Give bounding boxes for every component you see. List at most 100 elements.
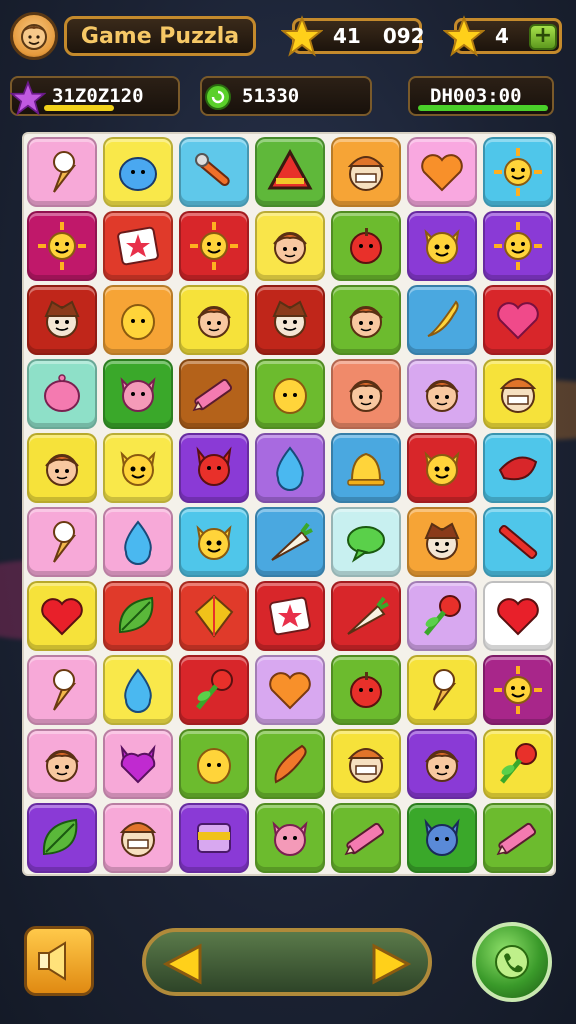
- game-tile[interactable]: [255, 285, 325, 355]
- game-tile[interactable]: [483, 285, 553, 355]
- game-tile[interactable]: [103, 655, 173, 725]
- game-tile[interactable]: [483, 211, 553, 281]
- pig-face-icon: [272, 821, 308, 856]
- game-tile[interactable]: [103, 433, 173, 503]
- blue-drop-icon: [124, 668, 152, 713]
- game-tile[interactable]: [27, 729, 97, 799]
- arrow-left-icon: [162, 943, 202, 985]
- game-tile[interactable]: [255, 507, 325, 577]
- girl-face-icon: [45, 454, 79, 486]
- arrow-right-icon: [372, 943, 412, 985]
- yellow-blob-icon: [273, 378, 307, 414]
- game-tile[interactable]: [179, 211, 249, 281]
- game-tile[interactable]: [103, 211, 173, 281]
- game-tile[interactable]: [179, 285, 249, 355]
- game-tile[interactable]: [255, 359, 325, 429]
- game-tile[interactable]: [103, 729, 173, 799]
- game-tile[interactable]: [407, 137, 477, 207]
- score-value: 31Z0Z120: [52, 85, 144, 107]
- game-tile[interactable]: [27, 211, 97, 281]
- game-tile[interactable]: [331, 433, 401, 503]
- girl-face-icon: [425, 380, 459, 412]
- game-tile[interactable]: [483, 433, 553, 503]
- girl-face-icon: [197, 306, 231, 338]
- game-tile[interactable]: [27, 581, 97, 651]
- cup-icon: [197, 823, 231, 853]
- game-tile[interactable]: [27, 433, 97, 503]
- game-tile[interactable]: [27, 285, 97, 355]
- game-tile[interactable]: [331, 581, 401, 651]
- game-tile[interactable]: [27, 655, 97, 725]
- game-tile[interactable]: [255, 137, 325, 207]
- game-tile[interactable]: [179, 729, 249, 799]
- pen-icon: [498, 525, 538, 559]
- stars-extra: 092: [382, 24, 425, 48]
- game-tile[interactable]: [407, 655, 477, 725]
- game-tile[interactable]: [483, 137, 553, 207]
- sound-button[interactable]: [24, 926, 94, 996]
- game-tile[interactable]: [255, 211, 325, 281]
- game-tile[interactable]: [483, 803, 553, 873]
- game-tile[interactable]: [179, 655, 249, 725]
- previous-button[interactable]: [160, 942, 206, 986]
- game-tile[interactable]: [103, 507, 173, 577]
- cat-face-yellow-icon: [424, 229, 460, 264]
- game-tile[interactable]: [483, 359, 553, 429]
- game-tile[interactable]: [407, 803, 477, 873]
- game-tile[interactable]: [407, 433, 477, 503]
- game-tile[interactable]: [407, 507, 477, 577]
- carrot-icon: [271, 522, 313, 561]
- game-tile[interactable]: [331, 655, 401, 725]
- game-tile[interactable]: [179, 137, 249, 207]
- game-tile[interactable]: [27, 507, 97, 577]
- game-tile[interactable]: [27, 803, 97, 873]
- game-tile[interactable]: [407, 211, 477, 281]
- game-tile[interactable]: [103, 581, 173, 651]
- game-tile[interactable]: [483, 655, 553, 725]
- speaker-icon: [38, 941, 66, 981]
- timer-progress-bar: [418, 105, 548, 111]
- game-tile[interactable]: [179, 433, 249, 503]
- game-tile[interactable]: [407, 359, 477, 429]
- game-tile[interactable]: [103, 285, 173, 355]
- game-tile[interactable]: [331, 359, 401, 429]
- game-tile[interactable]: [331, 507, 401, 577]
- game-tile[interactable]: [331, 137, 401, 207]
- game-tile[interactable]: [103, 137, 173, 207]
- stars-counter: 41 092: [280, 15, 425, 57]
- game-tile[interactable]: [103, 359, 173, 429]
- game-tile[interactable]: [27, 137, 97, 207]
- game-tile[interactable]: [255, 803, 325, 873]
- game-tile[interactable]: [179, 359, 249, 429]
- game-tile[interactable]: [255, 433, 325, 503]
- lives-counter: 4 +: [442, 15, 562, 57]
- game-tile[interactable]: [255, 581, 325, 651]
- boy-face-icon: [424, 522, 460, 560]
- add-lives-button[interactable]: +: [529, 24, 557, 50]
- game-tile[interactable]: [407, 581, 477, 651]
- girl-face-icon: [273, 232, 307, 264]
- game-tile[interactable]: [179, 581, 249, 651]
- game-tile[interactable]: [331, 729, 401, 799]
- coin-icon: [204, 83, 232, 116]
- heart-red-icon: [497, 598, 539, 636]
- game-tile[interactable]: [331, 803, 401, 873]
- game-tile[interactable]: [331, 285, 401, 355]
- game-tile[interactable]: [483, 729, 553, 799]
- game-tile[interactable]: [179, 507, 249, 577]
- tile-grid: [24, 134, 554, 874]
- game-tile[interactable]: [483, 507, 553, 577]
- game-tile[interactable]: [407, 285, 477, 355]
- game-tile[interactable]: [407, 729, 477, 799]
- game-tile[interactable]: [103, 803, 173, 873]
- game-tile[interactable]: [179, 803, 249, 873]
- next-button[interactable]: [368, 942, 414, 986]
- game-tile[interactable]: [255, 655, 325, 725]
- call-button[interactable]: [472, 922, 552, 1002]
- game-tile[interactable]: [27, 359, 97, 429]
- game-tile[interactable]: [483, 581, 553, 651]
- heart-pink-icon: [497, 302, 539, 340]
- game-tile[interactable]: [331, 211, 401, 281]
- game-tile[interactable]: [255, 729, 325, 799]
- player-avatar[interactable]: [10, 12, 58, 60]
